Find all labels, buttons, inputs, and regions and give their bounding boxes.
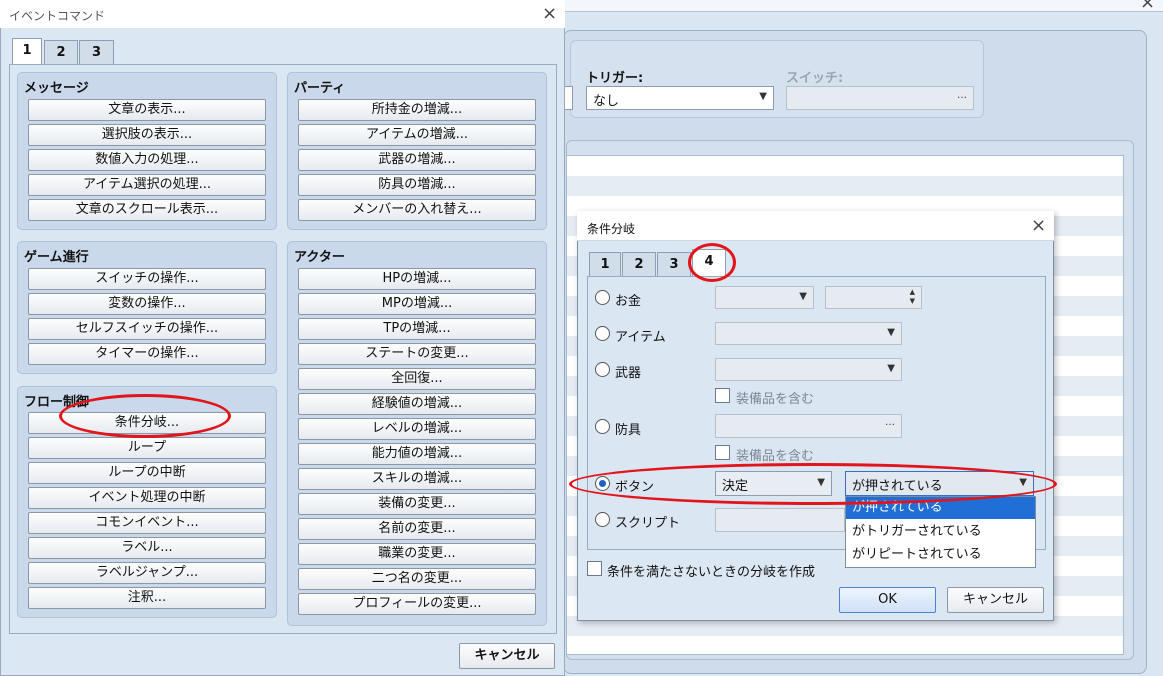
cmd-loop-button[interactable]: ループ (28, 437, 266, 459)
item-radio[interactable] (595, 326, 610, 341)
cmd-recover-all-button[interactable]: 全回復... (298, 368, 536, 390)
armor-label: 防具 (615, 423, 642, 438)
script-radio[interactable] (595, 512, 610, 527)
cmd-change-state-button[interactable]: ステートの変更... (298, 343, 536, 365)
chevron-down-icon: ▼ (887, 363, 895, 374)
cmd-common-event-button[interactable]: コモンイベント... (28, 512, 266, 534)
weapon-include-equip-label: 装備品を含む (736, 392, 815, 407)
switch-label: スイッチ: (786, 71, 844, 86)
annotation-circle-conditional-branch (59, 394, 231, 438)
cmd-break-loop-button[interactable]: ループの中断 (28, 462, 266, 484)
cmd-self-switch-button[interactable]: セルフスイッチの操作... (28, 318, 266, 340)
dropdown-option-triggered[interactable]: がトリガーされている (846, 521, 1035, 543)
cmd-timer-button[interactable]: タイマーの操作... (28, 343, 266, 365)
chevron-down-icon: ▼ (759, 91, 767, 102)
cmd-tab-2[interactable]: 2 (44, 40, 78, 65)
cmd-jump-to-label-button[interactable]: ラベルジャンプ... (28, 562, 266, 584)
script-label: スクリプト (615, 516, 681, 531)
cmd-change-level-button[interactable]: レベルの増減... (298, 418, 536, 440)
group-game-progress-title: ゲーム進行 (24, 250, 89, 265)
cmd-show-choices-button[interactable]: 選択肢の表示... (28, 124, 266, 146)
event-editor-close-icon[interactable]: × (1140, 0, 1155, 12)
event-editor-titlebar (560, 0, 1163, 12)
cmd-change-weapons-button[interactable]: 武器の増減... (298, 149, 536, 171)
cmd-change-equipment-button[interactable]: 装備の変更... (298, 493, 536, 515)
cmd-change-skill-button[interactable]: スキルの増減... (298, 468, 536, 490)
weapon-select[interactable]: ▼ (715, 358, 902, 381)
cmd-change-nickname-button[interactable]: 二つ名の変更... (298, 568, 536, 590)
else-branch-checkbox[interactable] (587, 561, 602, 576)
event-command-title: イベントコマンド (9, 9, 106, 23)
script-input[interactable] (715, 508, 845, 532)
else-branch-label: 条件を満たさないときの分岐を作成 (607, 565, 816, 580)
cmd-change-tp-button[interactable]: TPの増減... (298, 318, 536, 340)
weapon-label: 武器 (615, 366, 642, 381)
cmd-select-item-button[interactable]: アイテム選択の処理... (28, 174, 266, 196)
group-message-title: メッセージ (24, 81, 89, 96)
trigger-select-value: なし (593, 94, 620, 109)
armor-include-equip-checkbox[interactable] (715, 445, 730, 460)
conditional-branch-title: 条件分岐 (587, 222, 636, 236)
switch-select[interactable]: … (786, 86, 974, 110)
cmd-change-class-button[interactable]: 職業の変更... (298, 543, 536, 565)
money-label: お金 (615, 294, 642, 309)
event-command-close-icon[interactable]: × (542, 5, 557, 23)
chevron-down-icon: ▼ (887, 327, 895, 338)
spinner-arrows-icon: ▲ ▼ (909, 288, 915, 305)
cb-cancel-button[interactable]: キャンセル (947, 587, 1044, 613)
cmd-comment-button[interactable]: 注釈... (28, 587, 266, 609)
chevron-down-icon: ▼ (799, 291, 807, 302)
ellipsis-icon: … (885, 417, 895, 428)
item-label: アイテム (615, 330, 666, 345)
armor-select[interactable]: … (715, 414, 902, 438)
cmd-tab-1[interactable]: 1 (12, 38, 42, 66)
cmd-label-button[interactable]: ラベル... (28, 537, 266, 559)
cb-ok-button[interactable]: OK (839, 587, 936, 613)
cmd-change-items-button[interactable]: アイテムの増減... (298, 124, 536, 146)
armor-include-equip-label: 装備品を含む (736, 449, 815, 464)
dropdown-option-repeated[interactable]: がリピートされている (846, 544, 1035, 566)
weapon-radio[interactable] (595, 362, 610, 377)
cmd-control-switches-button[interactable]: スイッチの操作... (28, 268, 266, 290)
conditional-branch-titlebar (577, 211, 1054, 241)
cmd-change-armors-button[interactable]: 防具の増減... (298, 174, 536, 196)
cmd-change-profile-button[interactable]: プロフィールの変更... (298, 593, 536, 615)
money-radio[interactable] (595, 290, 610, 305)
item-select[interactable]: ▼ (715, 322, 902, 345)
cmd-scroll-text-button[interactable]: 文章のスクロール表示... (28, 199, 266, 221)
cmd-change-hp-button[interactable]: HPの増減... (298, 268, 536, 290)
annotation-circle-tab-4 (688, 243, 736, 282)
money-amount-spinner[interactable]: ▲ ▼ (825, 286, 922, 309)
ellipsis-icon: … (957, 90, 967, 101)
trigger-label: トリガー: (586, 71, 644, 86)
cmd-exit-event-button[interactable]: イベント処理の中断 (28, 487, 266, 509)
cb-tab-3[interactable]: 3 (657, 252, 691, 277)
cmd-control-variables-button[interactable]: 変数の操作... (28, 293, 266, 315)
conditional-branch-close-icon[interactable]: × (1031, 217, 1046, 235)
trigger-select[interactable]: なし ▼ (586, 86, 774, 110)
cmd-tab-3[interactable]: 3 (79, 40, 114, 65)
money-operator-select[interactable]: ▼ (715, 286, 814, 309)
annotation-circle-button-row (569, 463, 1057, 505)
cmd-change-party-button[interactable]: メンバーの入れ替え... (298, 199, 536, 221)
cmd-cancel-button[interactable]: キャンセル (459, 643, 555, 669)
cb-tab-2[interactable]: 2 (622, 252, 656, 277)
button-state-dropdown: が押されている がトリガーされている がリピートされている (845, 496, 1036, 568)
weapon-include-equip-checkbox[interactable] (715, 388, 730, 403)
cb-tab-1[interactable]: 1 (589, 252, 621, 277)
cmd-change-mp-button[interactable]: MPの増減... (298, 293, 536, 315)
cmd-input-number-button[interactable]: 数値入力の処理... (28, 149, 266, 171)
group-party-title: パーティ (294, 81, 346, 96)
cmd-change-name-button[interactable]: 名前の変更... (298, 518, 536, 540)
armor-radio[interactable] (595, 419, 610, 434)
cmd-change-parameter-button[interactable]: 能力値の増減... (298, 443, 536, 465)
group-actor-title: アクター (294, 250, 345, 265)
cmd-show-text-button[interactable]: 文章の表示... (28, 99, 266, 121)
cmd-change-gold-button[interactable]: 所持金の増減... (298, 99, 536, 121)
cmd-change-exp-button[interactable]: 経験値の増減... (298, 393, 536, 415)
